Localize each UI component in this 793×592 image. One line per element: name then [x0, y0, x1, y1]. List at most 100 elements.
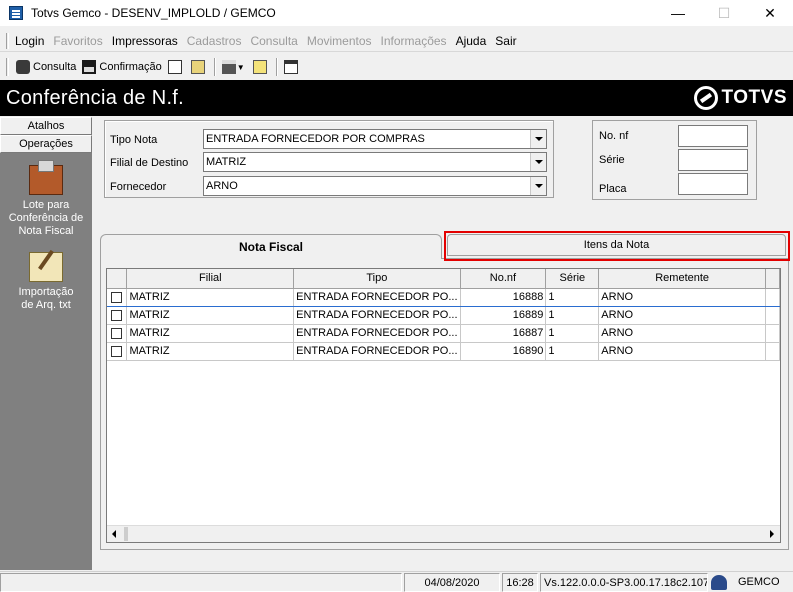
menu-impressoras[interactable]: Impressoras — [112, 34, 178, 48]
scroll-thumb[interactable] — [124, 527, 128, 541]
tipo-nota-select[interactable]: ENTRADA FORNECEDOR POR COMPRAS — [203, 129, 547, 149]
nf-filter-group: No. nf Série Placa — [592, 120, 757, 200]
table-row[interactable]: MATRIZ ENTRADA FORNECEDOR PO... 16889 1 … — [107, 306, 780, 325]
horizontal-scrollbar[interactable] — [107, 525, 780, 542]
logo-text: TOTVS — [721, 87, 787, 108]
fornecedor-value: ARNO — [206, 180, 238, 192]
remetente-cell: ARNO — [598, 306, 766, 325]
menu-informacoes[interactable]: Informações — [381, 34, 447, 48]
row-checkbox[interactable] — [111, 309, 122, 321]
confirmacao-button[interactable]: Confirmação — [79, 57, 164, 77]
column-header-remetente[interactable]: Remetente — [598, 269, 766, 289]
nonf-cell: 16888 — [460, 287, 547, 307]
status-company: GEMCO — [738, 576, 780, 588]
row-checkbox-cell[interactable] — [107, 306, 128, 325]
filial-cell: MATRIZ — [126, 306, 295, 325]
chevron-down-icon[interactable] — [530, 177, 546, 195]
totvs-logo-icon — [693, 86, 718, 110]
calendar-icon — [283, 60, 298, 74]
menu-ajuda[interactable]: Ajuda — [456, 34, 487, 48]
scroll-left-icon[interactable] — [107, 526, 123, 542]
remetente-cell: ARNO — [598, 287, 766, 307]
table-row[interactable]: MATRIZ ENTRADA FORNECEDOR PO... 16887 1 … — [107, 324, 780, 343]
column-header-filial[interactable]: Filial — [126, 269, 295, 289]
consulta-button[interactable]: Consulta — [13, 57, 79, 77]
print-button[interactable]: ▼ — [219, 57, 250, 77]
calendar-button[interactable] — [281, 57, 304, 77]
menu-cadastros[interactable]: Cadastros — [187, 34, 242, 48]
table-row[interactable]: MATRIZ ENTRADA FORNECEDOR PO... 16888 1 … — [107, 287, 780, 307]
folder-icon — [190, 60, 205, 74]
tab-itens-da-nota[interactable]: Itens da Nota — [447, 234, 786, 256]
atalhos-button[interactable]: Atalhos — [0, 117, 92, 135]
box-icon — [29, 160, 63, 195]
consulta-label: Consulta — [33, 61, 77, 73]
row-checkbox-cell[interactable] — [107, 342, 128, 361]
serie-cell: 1 — [545, 324, 600, 343]
maximize-button[interactable]: ☐ — [701, 0, 747, 26]
serie-field[interactable] — [678, 149, 748, 171]
filial-cell: MATRIZ — [126, 342, 295, 361]
menu-consulta[interactable]: Consulta — [250, 34, 297, 48]
column-header-tipo[interactable]: Tipo — [293, 269, 461, 289]
menu-bar: Login Favoritos Impressoras Cadastros Co… — [0, 30, 793, 52]
close-button[interactable]: ✕ — [747, 0, 793, 26]
filler-cell — [765, 287, 780, 307]
filial-destino-select[interactable]: MATRIZ — [203, 152, 547, 172]
confirmacao-label: Confirmação — [99, 61, 162, 73]
tipo-cell: ENTRADA FORNECEDOR PO... — [293, 342, 461, 361]
remetente-cell: ARNO — [598, 324, 766, 343]
tab-nota-fiscal[interactable]: Nota Fiscal — [100, 234, 442, 259]
new-document-button[interactable] — [165, 57, 188, 77]
dropdown-caret-icon[interactable]: ▼ — [237, 63, 245, 72]
help-button[interactable] — [250, 57, 273, 77]
row-checkbox[interactable] — [111, 291, 122, 303]
table-row[interactable]: MATRIZ ENTRADA FORNECEDOR PO... 16890 1 … — [107, 342, 780, 361]
sidebar-item-lote[interactable]: Lote para Conferência de Nota Fiscal — [0, 153, 92, 238]
status-bar: 04/08/2020 16:28 Vs.122.0.0.0-SP3.00.17.… — [0, 571, 793, 592]
sidebar-item-importacao[interactable]: Importação de Arq. txt — [0, 238, 92, 312]
tipo-nota-label: Tipo Nota — [110, 134, 158, 146]
menu-movimentos[interactable]: Movimentos — [307, 34, 372, 48]
user-icon — [711, 575, 727, 590]
menu-sair[interactable]: Sair — [495, 34, 516, 48]
status-version: Vs.122.0.0.0-SP3.00.17.18c2.107 — [540, 573, 708, 592]
fornecedor-select[interactable]: ARNO — [203, 176, 547, 196]
save-icon — [82, 60, 97, 74]
toolbar-separator — [213, 58, 216, 76]
column-header-serie[interactable]: Série — [545, 269, 600, 289]
page-header: Conferência de N.f. TOTVS — [0, 80, 793, 116]
serie-cell: 1 — [545, 342, 600, 361]
menu-favoritos[interactable]: Favoritos — [53, 34, 102, 48]
chevron-down-icon[interactable] — [530, 130, 546, 148]
toolbar-grip — [6, 58, 9, 76]
status-message — [0, 573, 402, 592]
tipo-nota-value: ENTRADA FORNECEDOR POR COMPRAS — [206, 133, 425, 145]
chevron-down-icon[interactable] — [530, 153, 546, 171]
tipo-cell: ENTRADA FORNECEDOR PO... — [293, 306, 461, 325]
row-checkbox-cell[interactable] — [107, 324, 128, 343]
row-checkbox[interactable] — [111, 327, 122, 339]
row-checkbox-cell[interactable] — [107, 287, 128, 307]
no-nf-field[interactable] — [678, 125, 748, 147]
placa-label: Placa — [599, 183, 627, 195]
placa-field[interactable] — [678, 173, 748, 195]
operacoes-button[interactable]: Operações — [0, 135, 92, 153]
status-date: 04/08/2020 — [404, 573, 500, 592]
column-header-filler — [765, 269, 780, 289]
menu-login[interactable]: Login — [15, 34, 44, 48]
row-checkbox[interactable] — [111, 345, 122, 357]
column-header-nonf[interactable]: No.nf — [460, 269, 547, 289]
minimize-button[interactable]: — — [655, 0, 701, 26]
help-icon — [252, 60, 267, 74]
nonf-cell: 16889 — [460, 306, 547, 325]
scroll-right-icon[interactable] — [764, 526, 780, 542]
nonf-cell: 16890 — [460, 342, 547, 361]
open-folder-button[interactable] — [188, 57, 211, 77]
sidebar-item-label: Lote para Conferência de Nota Fiscal — [8, 199, 84, 237]
printer-icon — [221, 60, 236, 74]
toolbar-separator — [275, 58, 278, 76]
column-header-select[interactable] — [107, 269, 128, 289]
page-title: Conferência de N.f. — [6, 86, 185, 109]
window-title: Totvs Gemco - DESENV_IMPLOLD / GEMCO — [31, 6, 276, 20]
